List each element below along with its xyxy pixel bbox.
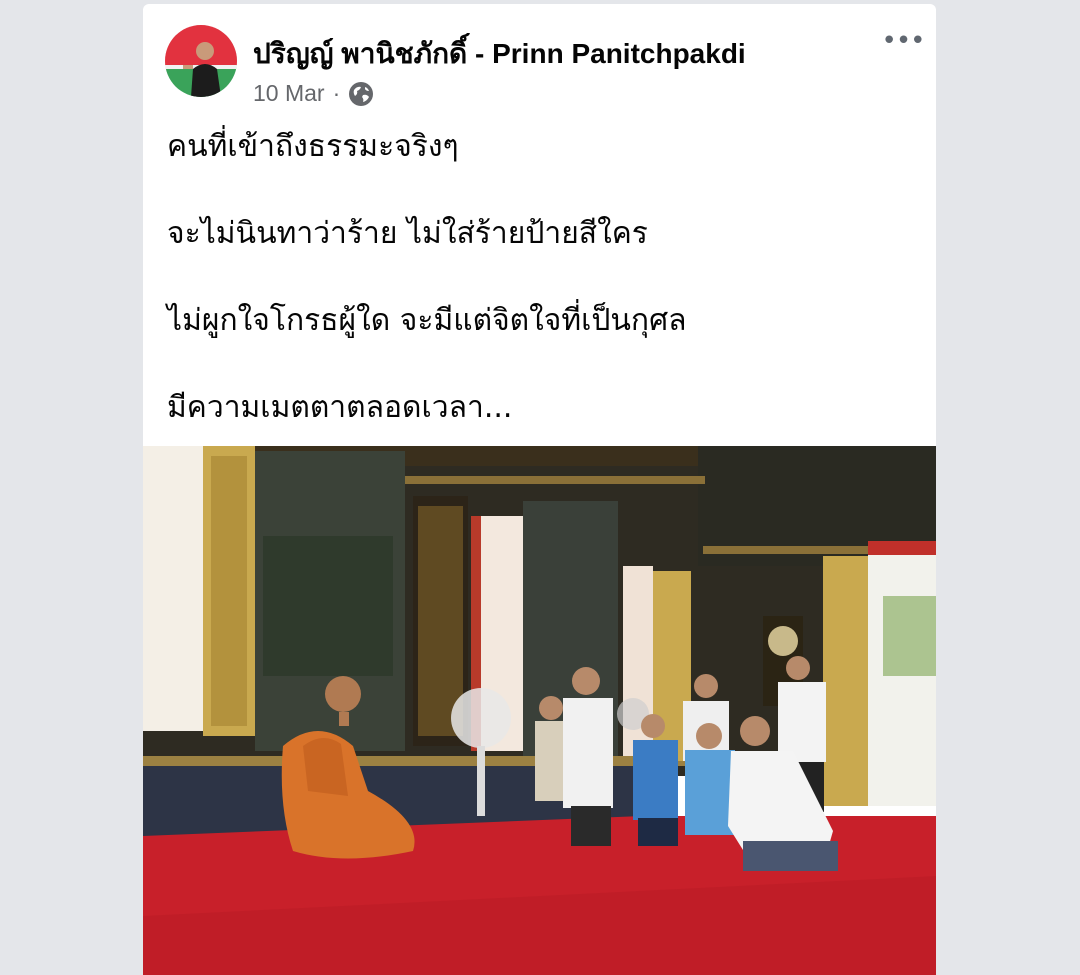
- post-paragraph: จะไม่นินทาว่าร้าย ไม่ใส่ร้ายป้ายสีใคร: [167, 216, 648, 251]
- more-options-button[interactable]: •••: [882, 26, 926, 56]
- post-text: คนที่เข้าถึงธรรมะจริงๆ จะไม่นินทาว่าร้าย…: [167, 122, 912, 470]
- meta-separator: ·: [332, 80, 341, 106]
- temple-interior-image: [143, 446, 936, 975]
- avatar-image: [165, 25, 237, 97]
- author-name[interactable]: ปริญญ์ พานิชภักดิ์ - Prinn Panitchpakdi: [253, 32, 746, 76]
- post-paragraph: คนที่เข้าถึงธรรมะจริงๆ: [167, 129, 459, 164]
- author-avatar[interactable]: [165, 25, 237, 97]
- post-photo[interactable]: [143, 446, 936, 975]
- post-date[interactable]: 10 Mar: [253, 80, 325, 107]
- globe-icon[interactable]: [348, 81, 374, 107]
- post-card: ปริญญ์ พานิชภักดิ์ - Prinn Panitchpakdi …: [143, 4, 936, 975]
- ellipsis-icon: •••: [881, 26, 926, 56]
- post-meta: 10 Mar ·: [253, 80, 374, 107]
- post-paragraph: ไม่ผูกใจโกรธผู้ใด จะมีแต่จิตใจที่เป็นกุศ…: [167, 303, 687, 338]
